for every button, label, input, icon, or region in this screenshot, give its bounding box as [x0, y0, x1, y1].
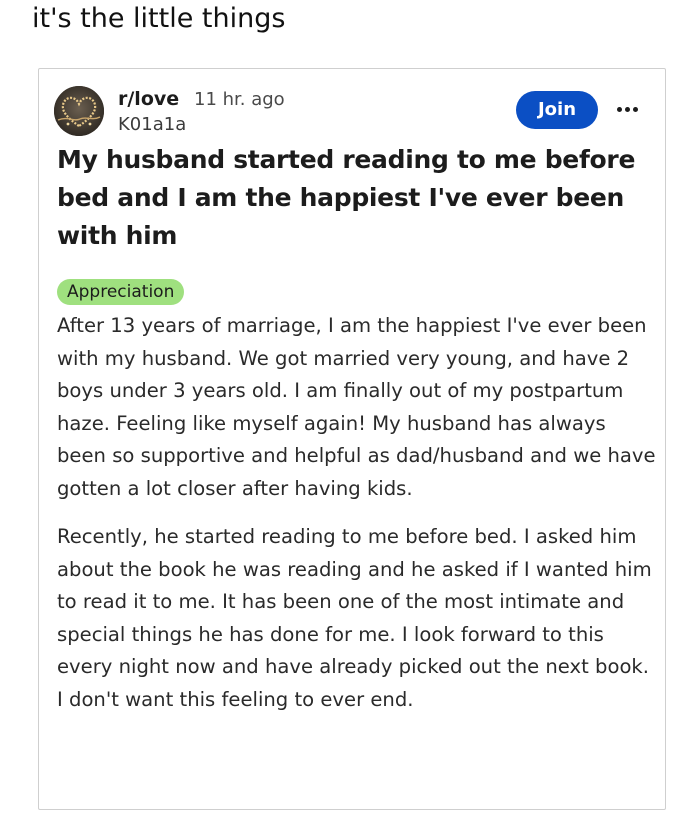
post-timestamp: 11 hr. ago [194, 89, 285, 110]
more-dots-icon [632, 106, 638, 112]
post-title[interactable]: My husband started reading to me before … [57, 141, 657, 255]
author-username[interactable]: K01a1a [118, 113, 186, 137]
body-paragraph: Recently, he started reading to me befor… [57, 525, 652, 711]
body-paragraph: After 13 years of marriage, I am the hap… [57, 314, 656, 500]
more-dots-icon [616, 106, 622, 112]
post-flair[interactable]: Appreciation [57, 279, 185, 305]
post-body: After 13 years of marriage, I am the hap… [57, 310, 657, 732]
more-dots-icon [624, 106, 630, 112]
meme-caption: it's the little things [32, 3, 286, 34]
more-options-button[interactable] [612, 96, 642, 122]
subreddit-avatar[interactable] [54, 86, 104, 136]
join-button[interactable]: Join [516, 91, 598, 129]
heart-icon [54, 86, 104, 136]
subreddit-name[interactable]: r/love [118, 87, 179, 111]
